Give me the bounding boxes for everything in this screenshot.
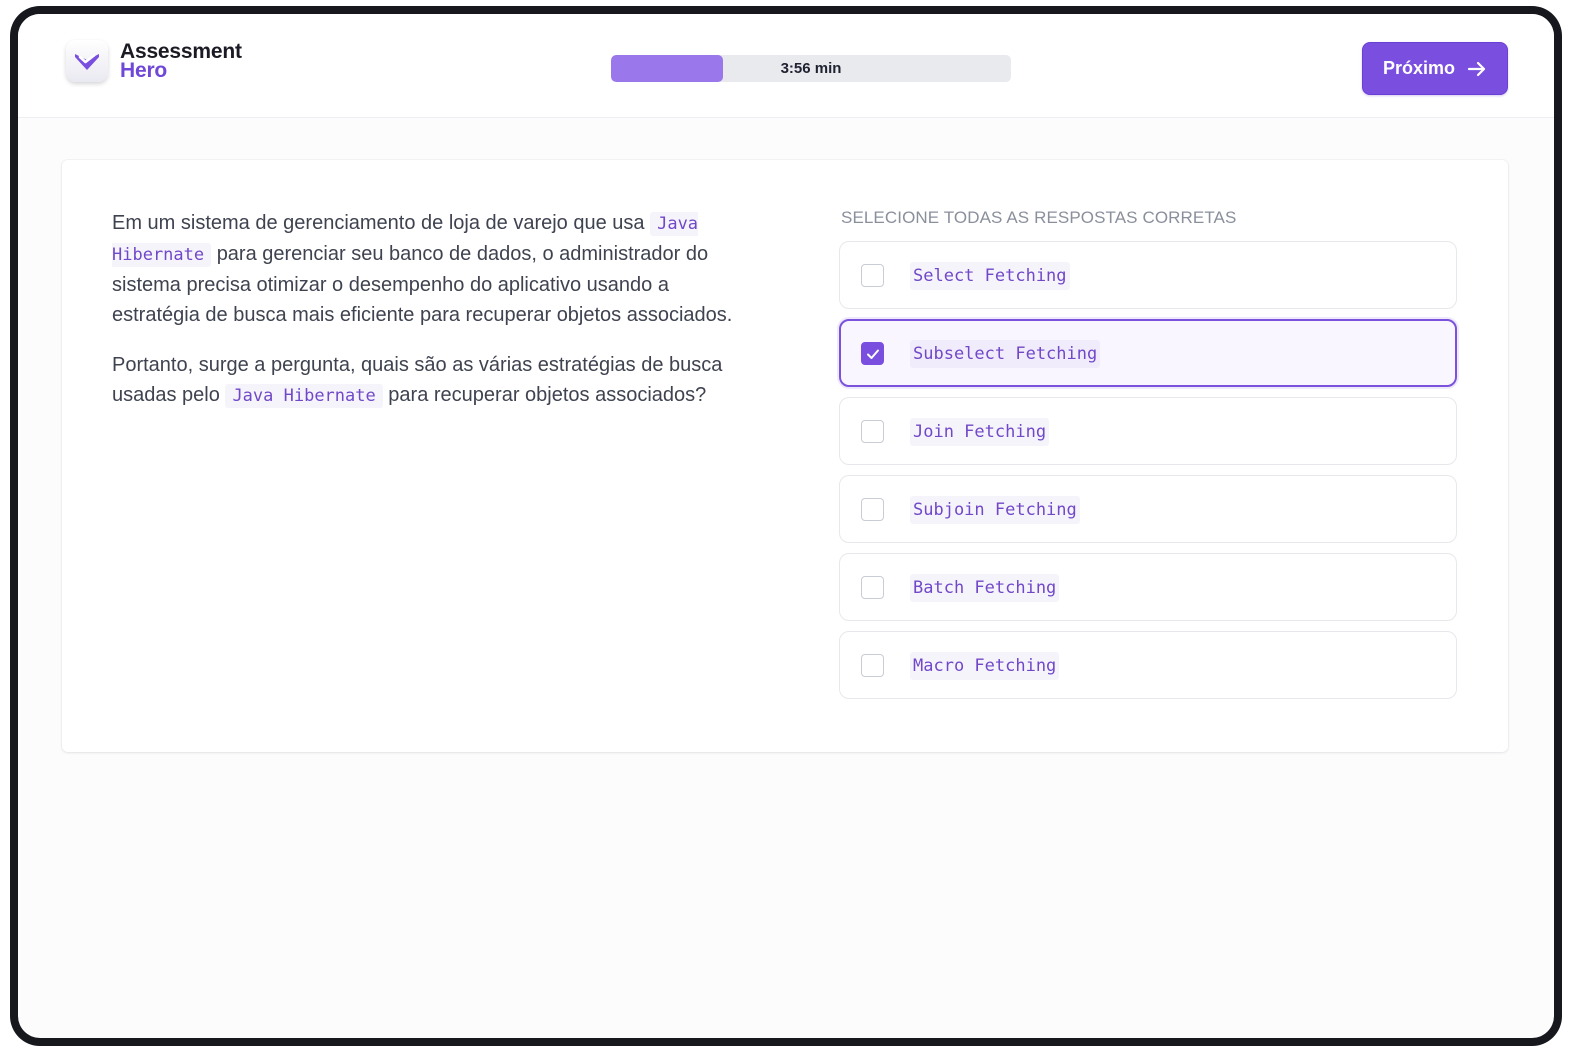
answer-option-label: Subselect Fetching: [910, 340, 1101, 368]
answer-option[interactable]: Batch Fetching: [839, 553, 1457, 621]
next-button[interactable]: Próximo: [1362, 42, 1508, 95]
answer-option-label: Batch Fetching: [910, 574, 1060, 602]
app-name-line2: Hero: [120, 59, 168, 82]
answer-option[interactable]: Subjoin Fetching: [839, 475, 1457, 543]
checkbox[interactable]: [861, 654, 884, 677]
app-logo[interactable]: Assessment Hero: [66, 40, 242, 82]
top-bar: Assessment Hero 3:56 min Próximo: [18, 14, 1554, 118]
checkmark-icon: [866, 348, 880, 360]
app-name: Assessment Hero: [120, 41, 242, 82]
answer-option-label: Subjoin Fetching: [910, 496, 1080, 524]
question-paragraph-1: Em um sistema de gerenciamento de loja d…: [112, 208, 742, 330]
answer-option-label: Macro Fetching: [910, 652, 1060, 680]
checkbox[interactable]: [861, 576, 884, 599]
checkbox[interactable]: [861, 264, 884, 287]
question-card: Em um sistema de gerenciamento de loja d…: [62, 160, 1508, 752]
app-screen: Assessment Hero 3:56 min Próximo Em um s: [18, 14, 1554, 1038]
answer-option[interactable]: Macro Fetching: [839, 631, 1457, 699]
checkbox-checked[interactable]: [861, 342, 884, 365]
answer-option[interactable]: Select Fetching: [839, 241, 1457, 309]
checkbox[interactable]: [861, 498, 884, 521]
answer-option-label: Select Fetching: [910, 262, 1070, 290]
next-button-label: Próximo: [1382, 58, 1456, 78]
answer-option-selected[interactable]: Subselect Fetching: [839, 319, 1457, 387]
question-p1-text: Em um sistema de gerenciamento de loja d…: [112, 212, 645, 234]
answer-options: SELECIONE TODAS AS RESPOSTAS CORRETAS Se…: [839, 208, 1459, 709]
answer-option[interactable]: Join Fetching: [839, 397, 1457, 465]
checkbox[interactable]: [861, 420, 884, 443]
timer-progress-bar: 3:56 min: [611, 55, 1011, 82]
answers-instruction: SELECIONE TODAS AS RESPOSTAS CORRETAS: [841, 208, 1237, 227]
question-paragraph-2: Portanto, surge a pergunta, quais são as…: [112, 350, 742, 411]
question-text: Em um sistema de gerenciamento de loja d…: [112, 208, 742, 431]
device-frame: Assessment Hero 3:56 min Próximo Em um s: [10, 6, 1562, 1046]
question-p2-text: para recuperar objetos associados?: [388, 384, 707, 406]
timer-label: 3:56 min: [780, 60, 842, 77]
check-shield-icon: [66, 40, 108, 82]
code-snippet: Java Hibernate: [225, 384, 383, 408]
answer-option-label: Join Fetching: [910, 418, 1050, 446]
arrow-right-icon: [1467, 60, 1487, 78]
